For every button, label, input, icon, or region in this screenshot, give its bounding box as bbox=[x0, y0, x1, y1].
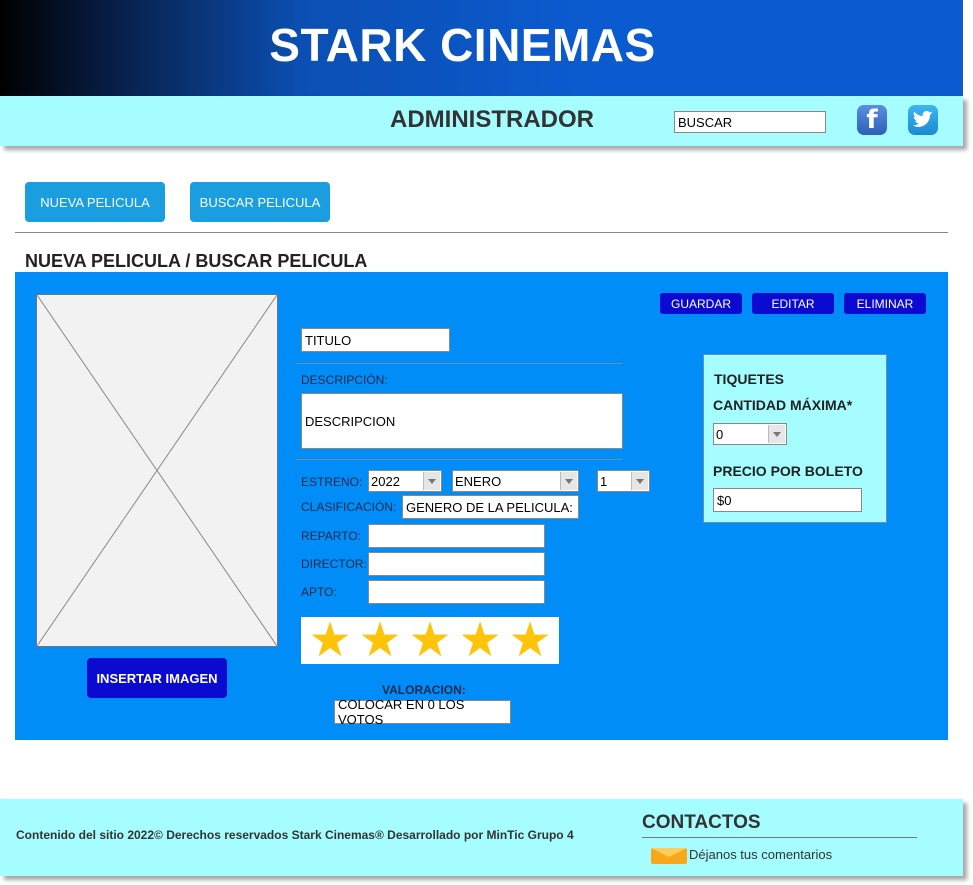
classification-input[interactable]: GENERO DE LA PELICULA: bbox=[402, 495, 579, 519]
director-input[interactable] bbox=[368, 552, 545, 576]
price-label: PRECIO POR BOLETO bbox=[713, 463, 863, 479]
year-select[interactable]: 2022 bbox=[368, 470, 442, 492]
contact-link[interactable]: Déjanos tus comentarios bbox=[689, 847, 832, 862]
divider bbox=[15, 232, 948, 233]
day-value: 1 bbox=[600, 473, 608, 489]
mail-icon[interactable] bbox=[651, 848, 687, 864]
twitter-icon[interactable] bbox=[908, 105, 938, 135]
find-movie-button[interactable]: BUSCAR PELICULA bbox=[190, 182, 330, 222]
max-qty-label: CANTIDAD MÁXIMA* bbox=[713, 397, 853, 413]
star-icon[interactable]: ★ bbox=[308, 616, 351, 664]
month-select[interactable]: ENERO bbox=[452, 470, 579, 492]
facebook-icon[interactable]: f bbox=[857, 105, 887, 135]
cast-label: REPARTO: bbox=[301, 529, 362, 543]
search-input[interactable] bbox=[674, 111, 826, 133]
tickets-title: TIQUETES bbox=[714, 371, 785, 387]
rating-stars[interactable]: ★ ★ ★ ★ ★ bbox=[301, 616, 559, 664]
section-title: NUEVA PELICULA / BUSCAR PELICULA bbox=[25, 251, 368, 271]
day-select[interactable]: 1 bbox=[597, 470, 650, 492]
dropdown-arrow-icon bbox=[423, 472, 440, 490]
director-label: DIRECTOR: bbox=[301, 557, 367, 571]
star-icon[interactable]: ★ bbox=[408, 616, 451, 664]
rated-input[interactable] bbox=[368, 580, 545, 604]
rated-label: APTO: bbox=[301, 585, 337, 599]
image-placeholder-icon bbox=[36, 294, 278, 647]
title-input[interactable]: TITULO bbox=[301, 328, 450, 352]
new-movie-button[interactable]: NUEVA PELICULA bbox=[25, 182, 165, 222]
cast-input[interactable] bbox=[368, 524, 545, 548]
star-icon[interactable]: ★ bbox=[358, 616, 401, 664]
classification-label: CLASIFICACIÓN: bbox=[301, 500, 397, 514]
rating-label: VALORACION: bbox=[382, 683, 466, 697]
dropdown-arrow-icon bbox=[560, 472, 577, 490]
contacts-title: CONTACTOS bbox=[642, 812, 761, 833]
star-icon[interactable]: ★ bbox=[458, 616, 501, 664]
save-button[interactable]: GUARDAR bbox=[660, 293, 742, 314]
star-icon[interactable]: ★ bbox=[508, 616, 551, 664]
site-title: STARK CINEMAS bbox=[269, 19, 656, 71]
edit-button[interactable]: EDITAR bbox=[752, 293, 834, 314]
price-input[interactable]: $0 bbox=[713, 488, 862, 512]
release-label: ESTRENO: bbox=[301, 475, 363, 489]
max-qty-value: 0 bbox=[716, 426, 724, 442]
divider bbox=[296, 459, 622, 460]
dropdown-arrow-icon bbox=[768, 425, 785, 443]
month-value: ENERO bbox=[455, 473, 502, 489]
copyright-text: Contenido del sitio 2022© Derechos reser… bbox=[16, 828, 574, 842]
max-qty-select[interactable]: 0 bbox=[713, 423, 787, 445]
description-textarea[interactable]: DESCRIPCION bbox=[301, 393, 623, 449]
reset-votes-button[interactable]: COLOCAR EN 0 LOS VOTOS bbox=[334, 697, 511, 727]
insert-image-button[interactable]: INSERTAR IMAGEN bbox=[87, 658, 227, 698]
delete-button[interactable]: ELIMINAR bbox=[844, 293, 926, 314]
admin-title: ADMINISTRADOR bbox=[390, 106, 594, 133]
divider bbox=[642, 837, 917, 838]
divider bbox=[296, 363, 622, 364]
description-label: DESCRIPCIÓN: bbox=[301, 373, 388, 387]
year-value: 2022 bbox=[371, 473, 400, 489]
dropdown-arrow-icon bbox=[631, 472, 648, 490]
